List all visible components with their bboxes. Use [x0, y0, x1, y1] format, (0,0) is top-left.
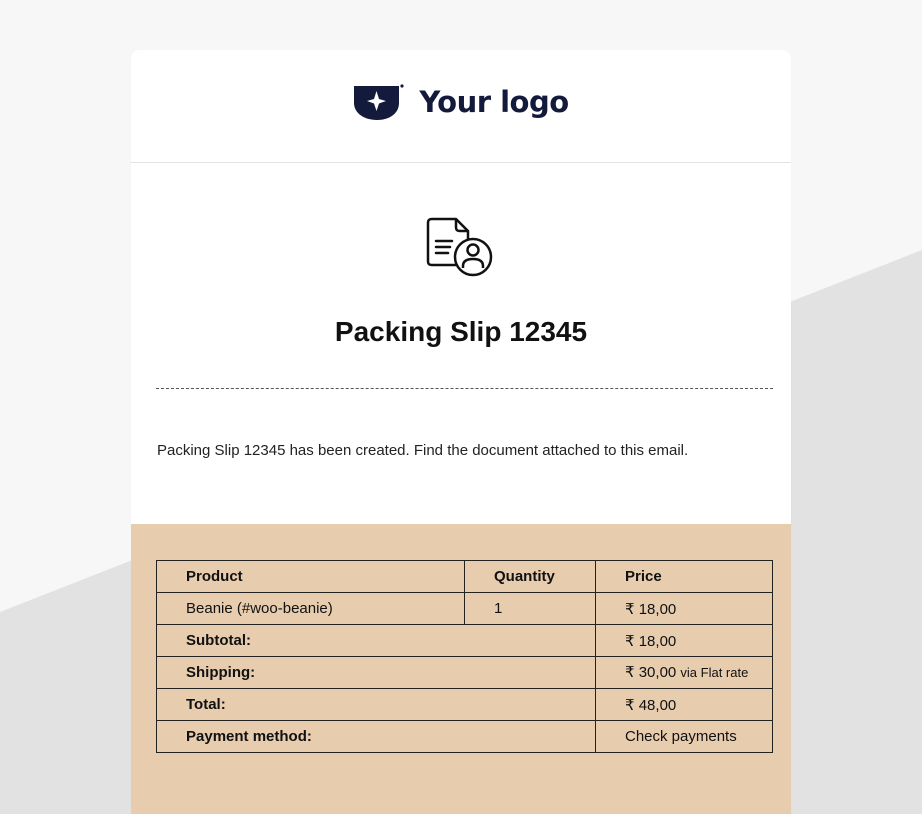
shield-star-icon — [354, 84, 404, 120]
total-label: Total: — [156, 688, 596, 721]
email-message: Packing Slip 12345 has been created. Fin… — [157, 442, 689, 459]
shipping-label: Shipping: — [156, 656, 596, 689]
header-price: Price — [595, 560, 773, 593]
subtotal-row: Subtotal: ₹ 18,00 — [156, 624, 773, 657]
total-row: Total: ₹ 48,00 — [156, 688, 773, 721]
shipping-value-cell: ₹ 30,00 via Flat rate — [595, 656, 773, 689]
order-table: Product Quantity Price Beanie (#woo-bean… — [156, 560, 773, 753]
order-summary: Product Quantity Price Beanie (#woo-bean… — [131, 524, 791, 814]
hero: Packing Slip 12345 — [131, 215, 791, 349]
item-quantity: 1 — [464, 592, 596, 625]
shipping-row: Shipping: ₹ 30,00 via Flat rate — [156, 656, 773, 689]
item-product: Beanie (#woo-beanie) — [156, 592, 465, 625]
email-card: Your logo Packing Slip 12345 Packing Sli… — [131, 50, 791, 814]
table-row: Beanie (#woo-beanie) 1 ₹ 18,00 — [156, 592, 773, 625]
payment-value: Check payments — [595, 720, 773, 753]
shipping-value: ₹ 30,00 — [625, 664, 677, 681]
table-header-row: Product Quantity Price — [156, 560, 773, 593]
item-price: ₹ 18,00 — [595, 592, 773, 625]
subtotal-value: ₹ 18,00 — [595, 624, 773, 657]
header-quantity: Quantity — [464, 560, 596, 593]
page-title: Packing Slip 12345 — [334, 316, 588, 347]
dashed-divider — [156, 388, 773, 389]
payment-label: Payment method: — [156, 720, 596, 753]
email-header: Your logo — [131, 50, 791, 163]
document-user-icon — [426, 217, 493, 277]
header-product: Product — [156, 560, 465, 593]
logo-text: Your logo — [419, 85, 569, 119]
subtotal-label: Subtotal: — [156, 624, 596, 657]
total-value: ₹ 48,00 — [595, 688, 773, 721]
logo: Your logo — [353, 83, 569, 121]
shipping-method: via Flat rate — [680, 665, 749, 680]
payment-row: Payment method: Check payments — [156, 720, 773, 753]
